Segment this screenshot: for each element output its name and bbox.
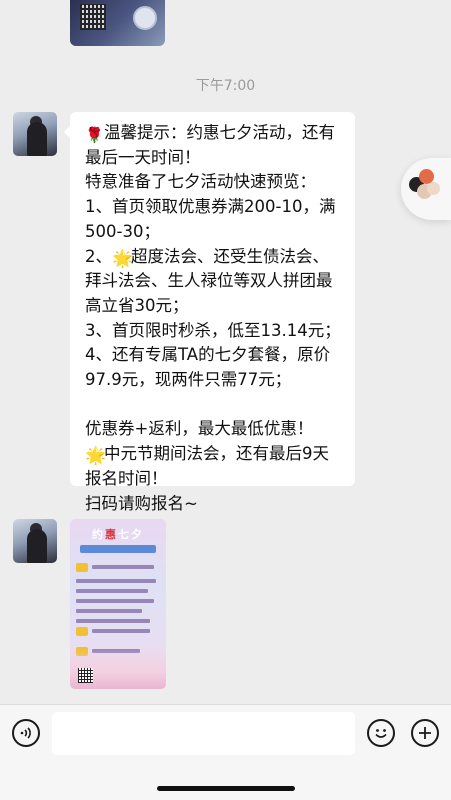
poster-text-row <box>76 619 150 623</box>
plus-icon[interactable] <box>411 719 439 747</box>
sender-avatar[interactable] <box>13 519 57 563</box>
message-line: 3、首页限时秒杀，低至13.14元； <box>85 320 341 340</box>
smiley-icon[interactable] <box>367 719 395 747</box>
rose-icon: 🌹 <box>85 126 104 144</box>
poster-title: 约惠七夕 <box>92 528 144 541</box>
floating-app-icon[interactable] <box>401 158 451 220</box>
voice-wave-icon[interactable] <box>12 719 40 747</box>
qr-code-image <box>80 4 106 30</box>
poster-text-row <box>76 589 148 593</box>
message-line: 拜斗法会、生人禄位等双人拼团最 <box>85 271 333 291</box>
message-line: 特意准备了七夕活动快速预览： <box>85 172 316 192</box>
shared-image-top[interactable] <box>70 0 165 46</box>
message-line: 高立省30元； <box>85 295 189 315</box>
home-indicator[interactable] <box>157 786 295 791</box>
message-line: 🌟中元节期间法会，还有最后9天 <box>85 444 329 467</box>
poster-text-row <box>76 579 156 583</box>
smiley-glyph <box>375 729 387 738</box>
message-line: 优惠券+返利，最大最低优惠！ <box>85 419 314 439</box>
poster-text-row <box>76 609 142 613</box>
message-line: 1、首页领取优惠券满200-10，满 <box>85 197 336 217</box>
poster-coupon-bar <box>80 545 156 553</box>
float-dot <box>427 182 440 195</box>
message-line-blank <box>85 393 341 418</box>
poster-tag <box>76 627 88 636</box>
poster-image-message[interactable]: 约惠七夕 <box>70 519 166 689</box>
poster-text-row <box>76 599 154 603</box>
message-line: 扫码请购报名~ <box>85 493 198 513</box>
plus-glyph <box>419 727 431 739</box>
sender-avatar[interactable] <box>13 112 57 156</box>
seal-logo <box>133 6 157 30</box>
message-timestamp: 下午7:00 <box>195 78 256 94</box>
avatar-figure <box>27 529 47 563</box>
message-line: 报名时间！ <box>85 468 168 488</box>
message-line: 🌹温馨提示：约惠七夕活动，还有 <box>85 123 335 144</box>
message-line: 4、还有专属TA的七夕套餐，原价 <box>85 345 331 365</box>
text-message-bubble[interactable]: 🌹温馨提示：约惠七夕活动，还有 最后一天时间！ 特意准备了七夕活动快速预览： 1… <box>64 112 355 513</box>
voice-wave-glyph <box>20 727 31 739</box>
message-line: 500-30； <box>85 221 160 241</box>
star-icon: 🌟 <box>85 446 107 467</box>
poster-qr-code <box>78 668 93 683</box>
avatar-figure <box>27 122 47 156</box>
message-line: 97.9元，现两件只需77元； <box>85 370 292 390</box>
poster-text-row <box>92 629 150 633</box>
poster-text-row <box>92 565 154 569</box>
message-line: 2、🌟超度法会、还受生债法会、 <box>85 246 329 269</box>
message-input[interactable] <box>52 712 355 755</box>
message-line: 最后一天时间！ <box>85 147 201 167</box>
star-icon: 🌟 <box>112 248 134 269</box>
poster-tag <box>76 563 88 572</box>
